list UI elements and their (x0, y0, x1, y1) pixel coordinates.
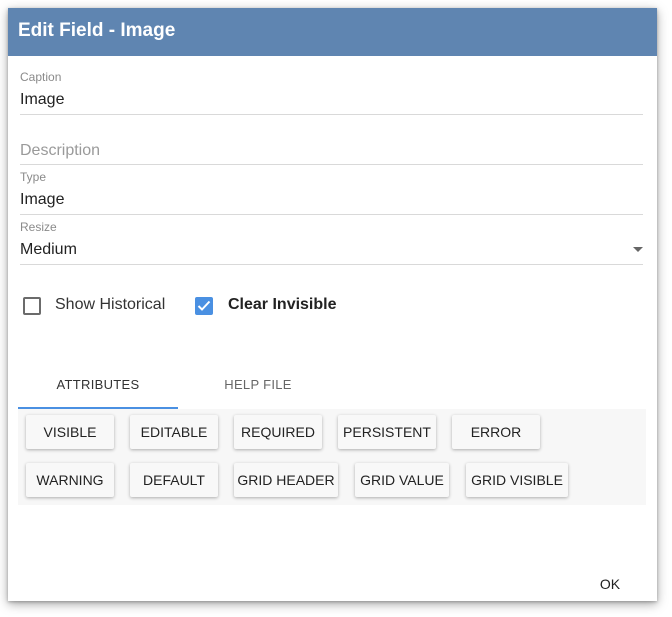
show-historical-checkbox[interactable] (23, 297, 41, 315)
attribute-error[interactable]: ERROR (452, 415, 540, 449)
dialog-title: Edit Field - Image (8, 8, 657, 56)
clear-invisible-checkbox[interactable] (195, 297, 213, 315)
attribute-visible[interactable]: VISIBLE (26, 415, 114, 449)
ok-button[interactable]: OK (588, 572, 632, 596)
description-placeholder: Description (20, 142, 101, 159)
resize-value: Medium (20, 241, 77, 258)
attribute-grid-visible[interactable]: GRID VISIBLE (466, 463, 568, 497)
check-icon (197, 300, 211, 311)
type-label: Type (20, 170, 47, 184)
attribute-grid-value[interactable]: GRID VALUE (355, 463, 449, 497)
attribute-grid-header[interactable]: GRID HEADER (234, 463, 338, 497)
caption-label: Caption (20, 70, 62, 84)
show-historical-label[interactable]: Show Historical (55, 296, 165, 314)
attributes-panel: VISIBLE EDITABLE REQUIRED PERSISTENT ERR… (18, 409, 646, 505)
caption-field[interactable]: Caption Image (20, 70, 643, 115)
resize-label: Resize (20, 220, 57, 234)
description-field[interactable]: Description (20, 118, 643, 165)
type-value: Image (20, 191, 65, 208)
type-field[interactable]: Type Image (20, 170, 643, 215)
tab-help-file[interactable]: HELP FILE (178, 371, 338, 409)
edit-field-dialog: Edit Field - Image Caption Image Descrip… (8, 8, 657, 601)
clear-invisible-label[interactable]: Clear Invisible (228, 296, 337, 314)
attribute-default[interactable]: DEFAULT (130, 463, 218, 497)
caption-value: Image (20, 91, 65, 108)
attribute-editable[interactable]: EDITABLE (130, 415, 218, 449)
tab-attributes[interactable]: ATTRIBUTES (18, 371, 178, 409)
attribute-persistent[interactable]: PERSISTENT (338, 415, 436, 449)
chevron-down-icon[interactable] (633, 247, 643, 252)
resize-select[interactable]: Resize Medium (20, 220, 643, 265)
attribute-required[interactable]: REQUIRED (234, 415, 322, 449)
attribute-warning[interactable]: WARNING (26, 463, 114, 497)
